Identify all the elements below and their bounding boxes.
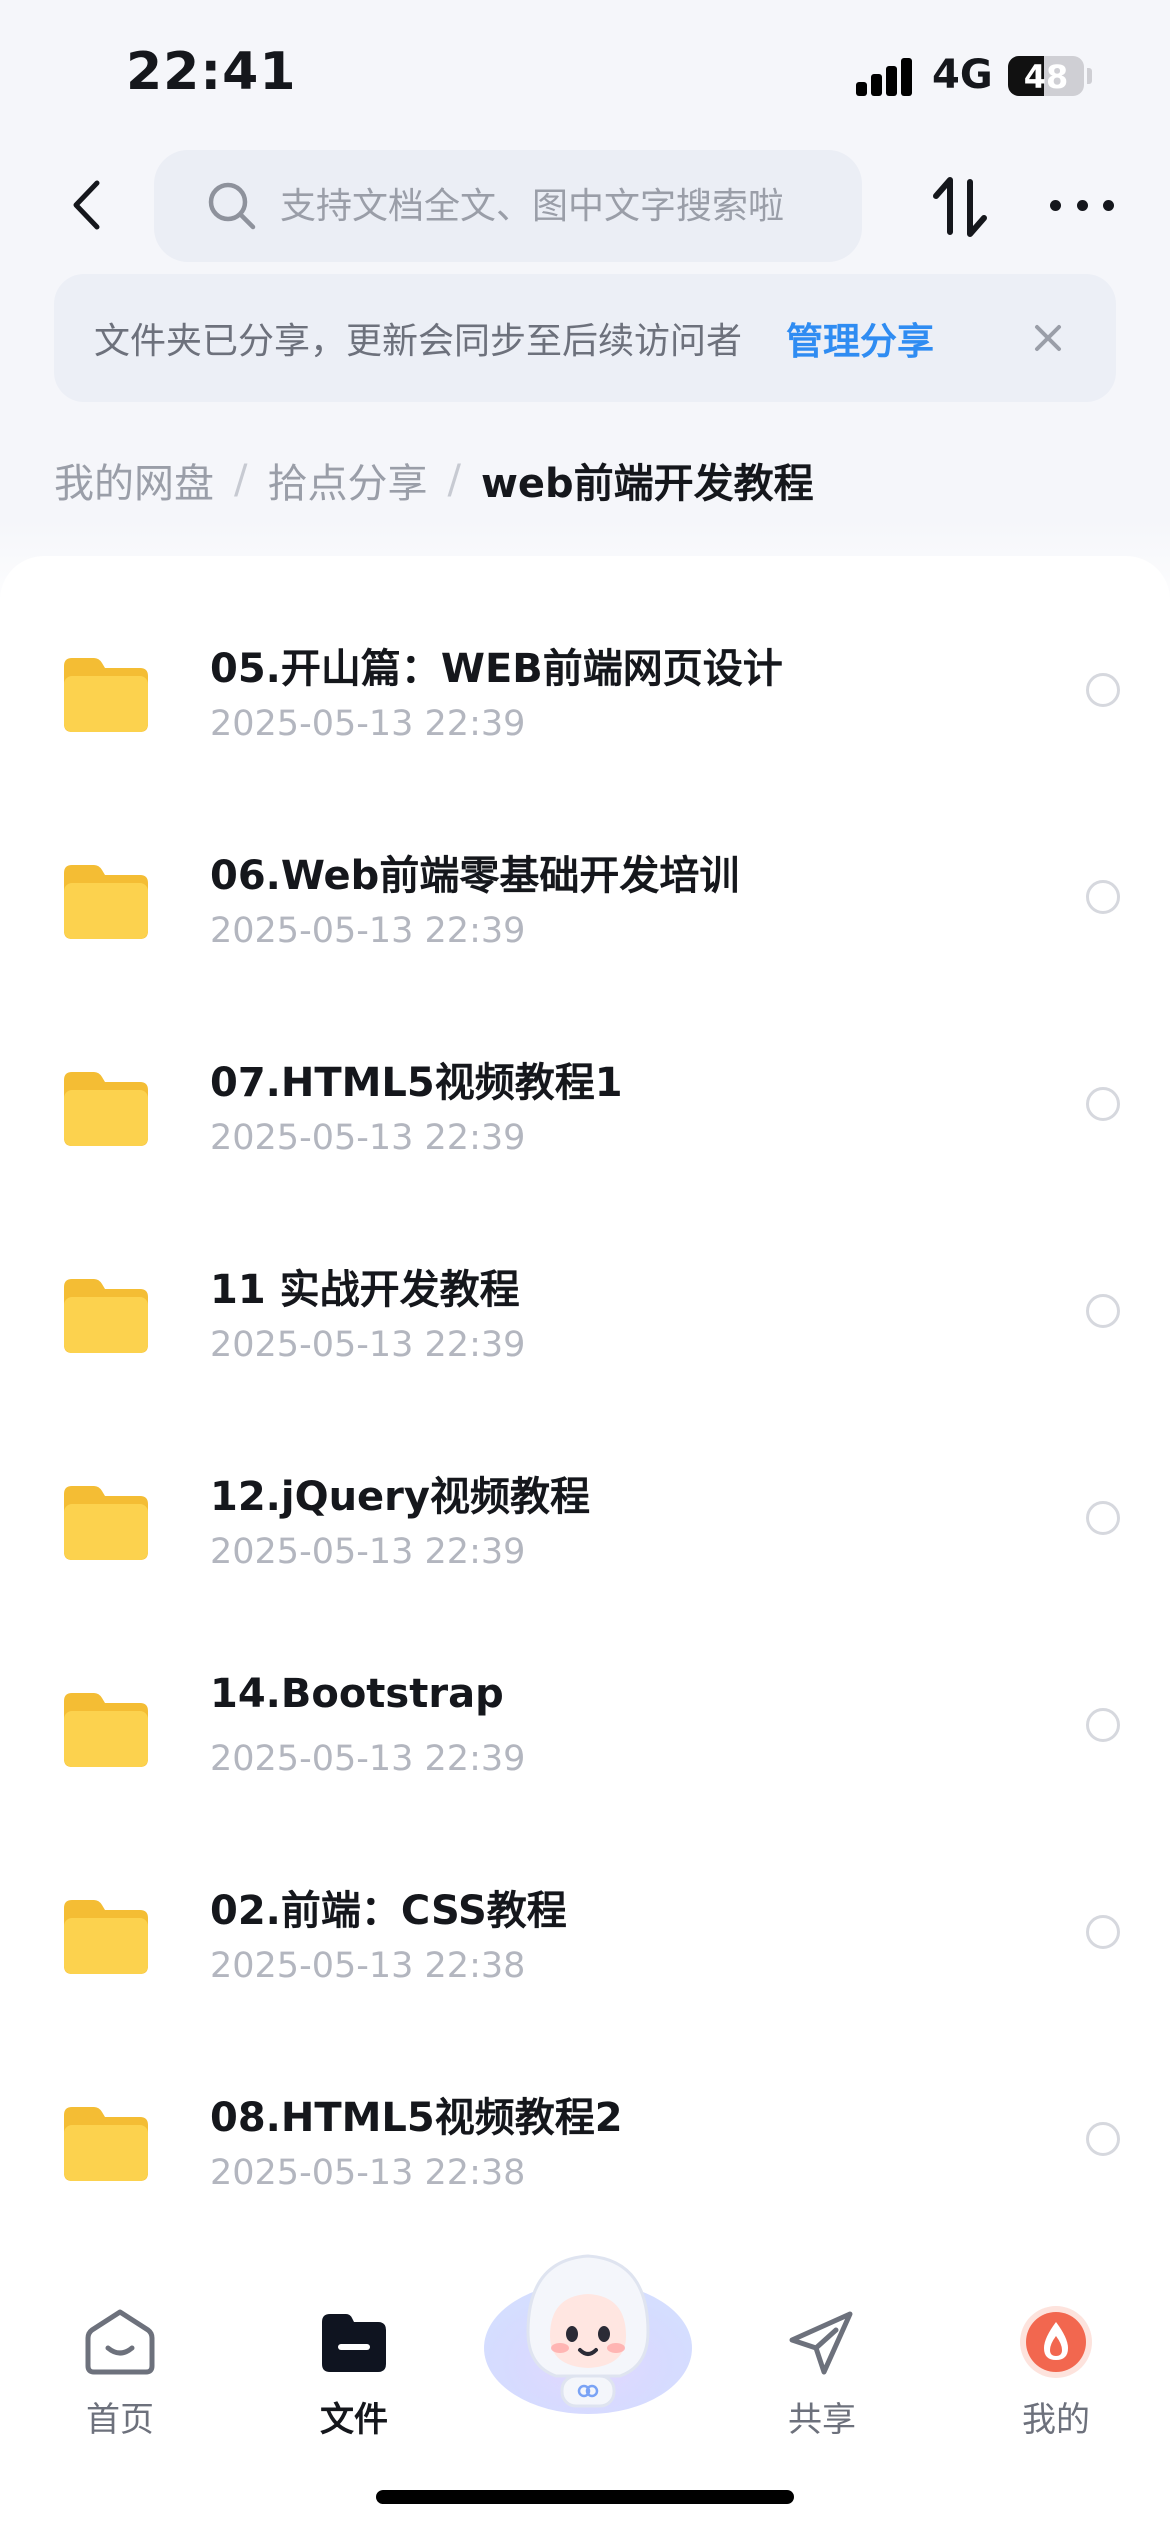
file-row[interactable]: 08.HTML5视频教程2 2025-05-13 22:38 bbox=[0, 2005, 1170, 2212]
battery-tip bbox=[1087, 68, 1092, 84]
chevron-left-icon bbox=[73, 180, 100, 230]
battery-percent: 48 bbox=[1023, 58, 1069, 96]
tab-files[interactable]: 文件 bbox=[264, 2230, 444, 2440]
status-bar: 22:41 4G 48 bbox=[0, 0, 1170, 150]
file-row[interactable]: 06.Web前端零基础开发培训 2025-05-13 22:39 bbox=[0, 763, 1170, 970]
file-name: 11 实战开发教程 bbox=[210, 1267, 520, 1313]
search-bar[interactable] bbox=[154, 150, 862, 262]
select-radio[interactable] bbox=[1086, 880, 1120, 914]
home-indicator bbox=[376, 2490, 794, 2504]
home-face-icon bbox=[85, 2309, 155, 2375]
folder-icon bbox=[322, 2314, 386, 2372]
file-list: 05.开山篇：WEB前端网页设计 2025-05-13 22:39 06.Web… bbox=[0, 556, 1170, 2256]
file-row[interactable]: 11 实战开发教程 2025-05-13 22:39 bbox=[0, 1177, 1170, 1384]
search-icon bbox=[208, 182, 256, 230]
breadcrumb: 我的网盘 / 拾点分享 / web前端开发教程 bbox=[54, 450, 814, 510]
more-dots-icon bbox=[1050, 199, 1061, 211]
select-radio[interactable] bbox=[1086, 1708, 1120, 1742]
breadcrumb-current: web前端开发教程 bbox=[480, 461, 814, 507]
select-radio[interactable] bbox=[1086, 1915, 1120, 1949]
tab-label: 首页 bbox=[86, 2400, 154, 2440]
profile-drop-icon bbox=[1020, 2306, 1092, 2378]
folder-icon bbox=[64, 658, 148, 732]
mascot-icon[interactable] bbox=[480, 2236, 696, 2422]
select-radio[interactable] bbox=[1086, 2122, 1120, 2156]
file-row[interactable]: 12.jQuery视频教程 2025-05-13 22:39 bbox=[0, 1384, 1170, 1591]
status-time: 22:41 bbox=[126, 42, 297, 102]
tab-home[interactable]: 首页 bbox=[30, 2230, 210, 2440]
file-row[interactable]: 14.Bootstrap 2025-05-13 22:39 bbox=[0, 1591, 1170, 1798]
select-radio[interactable] bbox=[1086, 673, 1120, 707]
tab-label: 共享 bbox=[788, 2400, 856, 2440]
file-name: 06.Web前端零基础开发培训 bbox=[210, 853, 740, 899]
breadcrumb-separator: / bbox=[447, 457, 461, 503]
network-type: 4G bbox=[932, 52, 993, 98]
battery-icon: 48 bbox=[1008, 56, 1084, 96]
file-date: 2025-05-13 22:39 bbox=[210, 704, 526, 744]
search-input[interactable] bbox=[278, 184, 822, 228]
file-name: 07.HTML5视频教程1 bbox=[210, 1060, 623, 1106]
tab-label: 文件 bbox=[320, 2400, 388, 2440]
folder-icon bbox=[64, 1486, 148, 1560]
file-name: 02.前端：CSS教程 bbox=[210, 1888, 567, 1934]
file-date: 2025-05-13 22:38 bbox=[210, 1946, 526, 1986]
file-row[interactable]: 07.HTML5视频教程1 2025-05-13 22:39 bbox=[0, 970, 1170, 1177]
folder-icon bbox=[64, 1693, 148, 1767]
file-name: 05.开山篇：WEB前端网页设计 bbox=[210, 646, 783, 692]
select-radio[interactable] bbox=[1086, 1294, 1120, 1328]
more-button[interactable] bbox=[1050, 180, 1114, 230]
file-row[interactable]: 05.开山篇：WEB前端网页设计 2025-05-13 22:39 bbox=[0, 556, 1170, 763]
folder-icon bbox=[64, 2107, 148, 2181]
file-name: 08.HTML5视频教程2 bbox=[210, 2095, 623, 2141]
back-button[interactable] bbox=[56, 170, 116, 240]
tab-label: 我的 bbox=[1022, 2400, 1090, 2440]
tab-profile[interactable]: 我的 bbox=[966, 2230, 1146, 2440]
folder-icon bbox=[64, 865, 148, 939]
file-date: 2025-05-13 22:39 bbox=[210, 911, 526, 951]
file-row[interactable]: 02.前端：CSS教程 2025-05-13 22:38 bbox=[0, 1798, 1170, 2005]
share-banner-message: 文件夹已分享，更新会同步至后续访问者 bbox=[94, 321, 743, 362]
breadcrumb-separator: / bbox=[234, 457, 248, 503]
file-date: 2025-05-13 22:39 bbox=[210, 1532, 526, 1572]
sort-arrows-icon bbox=[933, 177, 987, 237]
folder-icon bbox=[64, 1279, 148, 1353]
file-date: 2025-05-13 22:39 bbox=[210, 1325, 526, 1365]
file-name: 14.Bootstrap bbox=[210, 1671, 504, 1717]
paper-plane-icon bbox=[789, 2311, 853, 2375]
signal-icon bbox=[856, 58, 914, 96]
file-date: 2025-05-13 22:38 bbox=[210, 2153, 526, 2193]
manage-share-link[interactable]: 管理分享 bbox=[786, 311, 934, 365]
file-date: 2025-05-13 22:39 bbox=[210, 1739, 526, 1779]
share-banner: 文件夹已分享，更新会同步至后续访问者 管理分享 bbox=[54, 274, 1116, 402]
file-date: 2025-05-13 22:39 bbox=[210, 1118, 526, 1158]
breadcrumb-item[interactable]: 拾点分享 bbox=[267, 451, 427, 509]
folder-icon bbox=[64, 1072, 148, 1146]
close-icon[interactable] bbox=[1028, 318, 1068, 358]
folder-icon bbox=[64, 1900, 148, 1974]
file-name: 12.jQuery视频教程 bbox=[210, 1474, 590, 1520]
sort-button[interactable] bbox=[928, 172, 992, 242]
select-radio[interactable] bbox=[1086, 1087, 1120, 1121]
breadcrumb-item[interactable]: 我的网盘 bbox=[54, 451, 214, 509]
tab-share[interactable]: 共享 bbox=[732, 2230, 912, 2440]
select-radio[interactable] bbox=[1086, 1501, 1120, 1535]
